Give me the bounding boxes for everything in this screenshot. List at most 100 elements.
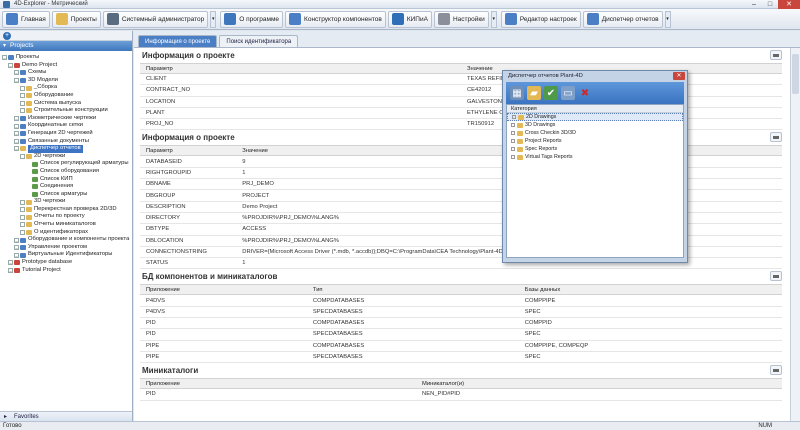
tree-node[interactable]: Оборудование — [2, 92, 132, 100]
toolbar-button-label: Проекты — [70, 15, 97, 23]
expander-icon[interactable] — [20, 199, 25, 205]
print-icon[interactable] — [770, 271, 782, 282]
expander-icon[interactable]: – — [14, 123, 19, 129]
expander-icon[interactable] — [20, 93, 25, 99]
expander-icon[interactable] — [20, 100, 25, 106]
dialog-close-button[interactable]: ✕ — [673, 72, 685, 80]
expander-icon[interactable] — [511, 139, 515, 143]
expander-icon[interactable] — [20, 154, 25, 160]
table-row: PIPE SPECDATABASES SPEC — [140, 351, 782, 364]
toolbar-button-1[interactable]: Главная — [2, 10, 50, 28]
expander-icon[interactable] — [20, 222, 25, 228]
tree-node[interactable]: Список регулирующей арматуры — [2, 160, 132, 168]
tree-node[interactable]: – Управление проектом — [2, 244, 132, 252]
tree-node[interactable]: Отчеты по проекту — [2, 213, 132, 221]
toolbar-button-7[interactable]: Настройки — [433, 10, 489, 28]
tree-node[interactable]: О идентификаторах — [2, 229, 132, 237]
tree-node[interactable]: – Генерация 2D чертежей — [2, 130, 132, 138]
toolbar-button-4[interactable]: О программе — [220, 10, 284, 28]
expander-icon[interactable] — [511, 147, 515, 151]
expander-icon[interactable] — [20, 207, 25, 213]
toolbar-button-2[interactable]: Проекты — [51, 10, 101, 28]
print-icon[interactable] — [770, 365, 782, 376]
expander-icon[interactable]: – — [2, 55, 7, 61]
add-icon[interactable]: + — [3, 32, 11, 40]
delete-icon[interactable]: ✖ — [578, 86, 592, 100]
expander-icon[interactable] — [512, 115, 516, 119]
expander-icon[interactable] — [511, 131, 515, 135]
tree-node[interactable]: – Изометрические чертежи — [2, 115, 132, 123]
tree-node[interactable]: Список арматуры — [2, 191, 132, 199]
blank-report-icon[interactable]: ▭ — [561, 86, 575, 100]
expander-icon[interactable]: – — [14, 131, 19, 137]
tree-node[interactable]: 3D чертежи — [2, 198, 132, 206]
expander-icon[interactable]: – — [14, 78, 19, 84]
new-report-icon[interactable]: ▦ — [510, 86, 524, 100]
tree-node[interactable]: – Prototype database — [2, 259, 132, 267]
maximize-button[interactable]: □ — [762, 0, 778, 9]
table-cell: PIPE — [140, 340, 307, 352]
toolbar-button-5[interactable]: Конструктор компонентов — [285, 10, 386, 28]
expander-icon[interactable] — [20, 85, 25, 91]
report-category-item[interactable]: Spec Reports — [507, 145, 683, 153]
open-folder-icon[interactable]: ▰ — [527, 86, 541, 100]
report-category-item[interactable]: Project Reports — [507, 137, 683, 145]
toolbar-button-8[interactable]: Редактор настроек — [500, 10, 581, 28]
instrumentation-icon — [391, 13, 404, 25]
tree-node[interactable]: Список КИП — [2, 176, 132, 184]
tab-1[interactable]: Информация о проекте — [138, 35, 218, 47]
tree-node[interactable]: – Связанные документы — [2, 138, 132, 146]
expander-icon[interactable] — [20, 108, 25, 114]
print-icon[interactable] — [770, 50, 782, 60]
vertical-scrollbar[interactable] — [790, 48, 800, 421]
tree-node[interactable]: – Проекты — [2, 54, 132, 62]
expander-icon[interactable]: – — [14, 252, 19, 258]
toolbar-button-6[interactable]: КИПиА — [387, 10, 432, 28]
tree-node[interactable]: – Оборудование и компоненты проекта — [2, 236, 132, 244]
scroll-thumb[interactable] — [792, 54, 799, 94]
tree-node[interactable]: – Диспетчер отчетов — [2, 145, 132, 153]
print-icon[interactable] — [770, 132, 782, 143]
expander-icon[interactable]: – — [14, 116, 19, 122]
toolbar-button-3[interactable]: Системный администратор — [102, 10, 209, 28]
tree-node[interactable]: Система выпуска — [2, 100, 132, 108]
report-category-item[interactable]: Virtual Tags Reports — [507, 153, 683, 161]
expander-icon[interactable] — [20, 214, 25, 220]
tree-node[interactable]: – Координатные сетки — [2, 122, 132, 130]
report-category-item[interactable]: 2D Drawings — [507, 113, 683, 121]
tree-node[interactable]: – 3D Модели — [2, 77, 132, 85]
report-category-item[interactable]: Cross Checkin 3D/3D — [507, 129, 683, 137]
expander-icon[interactable]: – — [8, 267, 13, 273]
tree-node[interactable]: Отчеты миникаталогов — [2, 221, 132, 229]
check-icon[interactable]: ✔ — [544, 86, 558, 100]
toolbar-dropdown-icon[interactable]: ▾ — [210, 10, 217, 28]
tab-2[interactable]: Поиск идентификатора — [219, 35, 299, 47]
toolbar-button-9[interactable]: Диспетчер отчетов — [582, 10, 663, 28]
expander-icon[interactable]: – — [14, 245, 19, 251]
report-category-item[interactable]: 3D Drawings — [507, 121, 683, 129]
expander-icon[interactable] — [511, 155, 515, 159]
tree-node[interactable]: Строительные конструкции — [2, 107, 132, 115]
favorites-header[interactable]: Favorites — [0, 411, 132, 422]
tree-node[interactable]: Соединения — [2, 183, 132, 191]
toolbar-dropdown-icon[interactable]: ▾ — [490, 10, 497, 28]
projects-header[interactable]: Projects — [0, 41, 132, 51]
tree-node[interactable]: Список оборудования — [2, 168, 132, 176]
tree-node[interactable]: – Demo Project — [2, 62, 132, 70]
expander-icon[interactable]: – — [14, 70, 19, 76]
tree-node[interactable]: _Сборка — [2, 84, 132, 92]
tree-node[interactable]: Перекрестная проверка 2D/3D — [2, 206, 132, 214]
expander-icon[interactable]: – — [8, 62, 13, 68]
minimize-button[interactable]: – — [746, 0, 762, 9]
close-button[interactable]: ✕ — [778, 0, 800, 9]
expander-icon[interactable]: – — [14, 138, 19, 144]
tree-node[interactable]: – Схемы — [2, 69, 132, 77]
expander-icon[interactable] — [20, 229, 25, 235]
tree-node[interactable]: – Виртуальные Идентификаторы — [2, 251, 132, 259]
expander-icon[interactable] — [511, 123, 515, 127]
tree-node[interactable]: – Tutorial Project — [2, 267, 132, 275]
expander-icon[interactable]: – — [8, 260, 13, 266]
expander-icon[interactable]: – — [14, 237, 19, 243]
expander-icon[interactable]: – — [14, 146, 19, 152]
toolbar-dropdown-icon[interactable]: ▾ — [664, 10, 671, 28]
